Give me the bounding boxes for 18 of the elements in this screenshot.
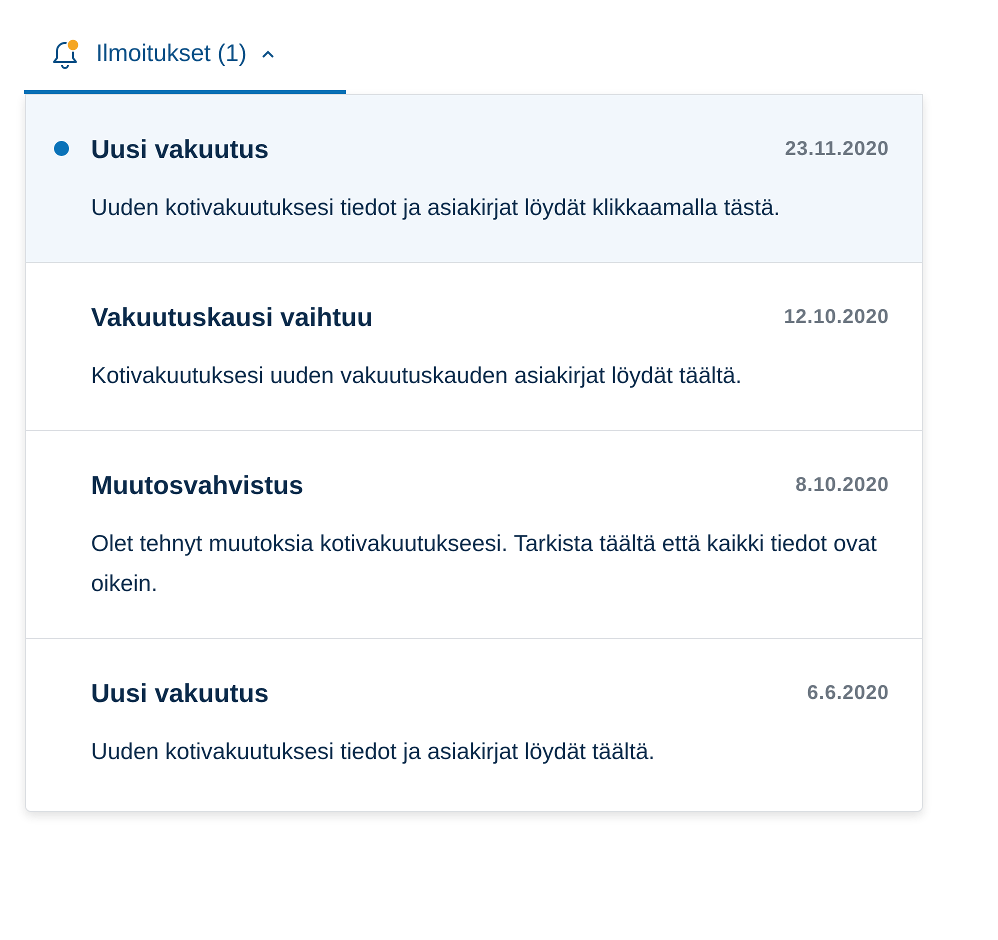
caret-icon [260,49,275,59]
notification-item[interactable]: Uusi vakuutus 23.11.2020 Uuden kotivakuutuksesi tiedot ja asiakirjat löydät klikkaamalla tästä. [26,95,922,263]
notification-text: Uuden kotivakuutuksesi tiedot ja asiakirjat löydät klikkaamalla tästä. [91,193,782,222]
notification-date: 6.6.2020 [807,681,889,706]
notification-title: Uusi vakuutus [91,676,269,710]
notification-text: Kotivakuutuksesi uuden vakuutuskauden asiakirjat löydät täältä. [91,361,743,390]
notification-title: Muutosvahvistus [91,468,304,502]
notification-item[interactable]: Vakuutuskausi vaihtuu 12.10.2020 Kotivakuutuksesi uuden vakuutuskauden asiakirjat löydät täältä. [26,263,922,431]
notification-date: 12.10.2020 [784,305,889,330]
notification-date: 23.11.2020 [785,137,889,162]
notification-text: Olet tehnyt muutoksia kotivakuutukseesi. Tarkista täältä että kaikki tiedot ovat oikein. [91,529,878,598]
notification-date: 8.10.2020 [796,473,889,498]
notification-title: Uusi vakuutus [91,132,269,166]
notification-item[interactable]: Muutosvahvistus 8.10.2020 Olet tehnyt muutoksia kotivakuutukseesi. Tarkista täältä että kaikki tiedot ovat oikein. [26,431,922,639]
notification-item[interactable]: Uusi vakuutus 6.6.2020 Uuden kotivakuutuksesi tiedot ja asiakirjat löydät täältä. [26,639,922,811]
bell-icon [50,38,80,70]
notification-title: Vakuutuskausi vaihtuu [91,300,373,334]
notification-text: Uuden kotivakuutuksesi tiedot ja asiakirjat löydät täältä. [91,737,656,766]
